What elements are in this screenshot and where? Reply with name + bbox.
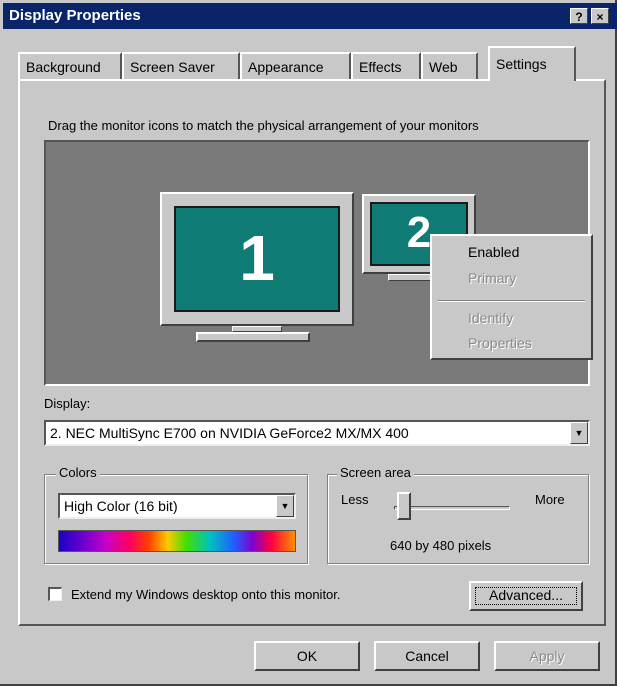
tab-background[interactable]: Background [18,52,122,80]
apply-button[interactable]: Apply [494,641,600,671]
ok-button[interactable]: OK [254,641,360,671]
context-menu-separator [438,300,585,302]
display-properties-window: Display Properties ? × Background Screen… [0,0,617,686]
display-select-value: 2. NEC MultiSync E700 on NVIDIA GeForce2… [50,425,409,441]
title-bar[interactable]: Display Properties ? × [3,3,617,29]
screen-area-group-title: Screen area [337,465,414,480]
monitor-1-stand [196,332,310,342]
screen-area-slider-thumb[interactable] [397,492,411,520]
colors-select[interactable]: High Color (16 bit) ▼ [58,493,296,519]
help-button[interactable]: ? [570,8,588,24]
arrangement-instruction: Drag the monitor icons to match the phys… [48,118,479,133]
tab-screen-saver[interactable]: Screen Saver [122,52,240,80]
advanced-button[interactable]: Advanced... [469,581,583,611]
context-menu-properties[interactable]: Properties [468,335,532,351]
tab-settings[interactable]: Settings [488,46,576,81]
window-title: Display Properties [9,7,141,24]
extend-desktop-label[interactable]: Extend my Windows desktop onto this moni… [71,587,341,602]
colors-select-value: High Color (16 bit) [64,498,178,514]
tab-appearance[interactable]: Appearance [240,52,351,80]
chevron-down-icon[interactable]: ▼ [570,422,588,444]
tab-web[interactable]: Web [421,52,478,80]
display-select[interactable]: 2. NEC MultiSync E700 on NVIDIA GeForce2… [44,420,590,446]
screen-resolution-text: 640 by 480 pixels [390,538,492,553]
context-menu-identify[interactable]: Identify [468,310,513,326]
screen-area-more-label: More [535,492,565,507]
color-spectrum-bar [58,530,296,552]
close-button[interactable]: × [591,8,609,24]
colors-group-title: Colors [56,465,100,480]
monitor-context-menu: Enabled Primary Identify Properties [430,234,593,360]
cancel-button[interactable]: Cancel [374,641,480,671]
context-menu-enabled[interactable]: Enabled [468,244,519,260]
display-label: Display: [44,396,91,411]
monitor-1-bezel: 1 [160,192,354,326]
focus-outline [475,587,577,605]
tab-effects[interactable]: Effects [351,52,421,80]
screen-area-slider-track[interactable] [394,506,510,510]
monitor-1-number: 1 [174,206,340,312]
screen-area-less-label: Less [341,492,369,507]
extend-desktop-checkbox[interactable] [48,587,62,601]
chevron-down-icon[interactable]: ▼ [276,495,294,517]
context-menu-primary[interactable]: Primary [468,270,516,286]
